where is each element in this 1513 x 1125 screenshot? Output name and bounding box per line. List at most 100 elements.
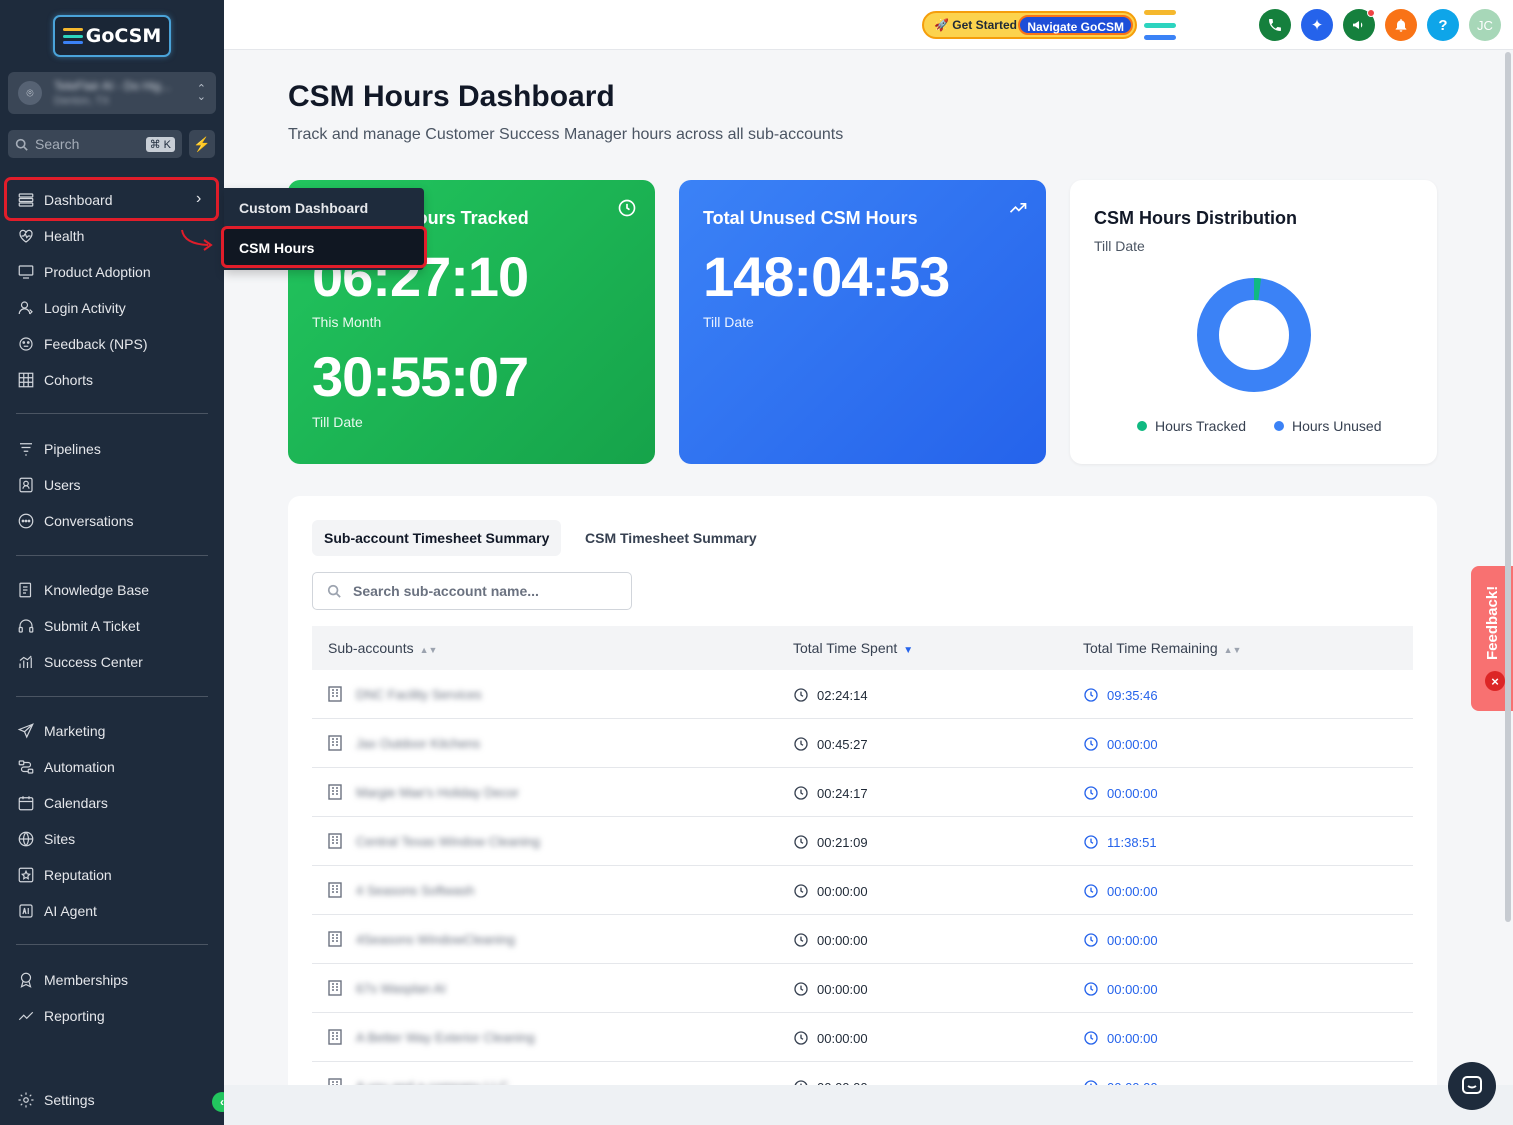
time-remaining[interactable]: 09:35:46 [1107,688,1158,703]
table-row[interactable]: 67s Wasplan AI 00:00:00 00:00:00 [312,964,1413,1013]
sidebar-item-automation[interactable]: Automation [0,749,224,785]
get-started-pill[interactable]: 🚀 Get Started Navigate GoCSM [922,11,1137,39]
sidebar-item-knowledge-base[interactable]: Knowledge Base [0,572,224,608]
flyout-item-custom-dashboard[interactable]: Custom Dashboard [239,200,368,216]
clock-icon [794,933,808,947]
chevron-right-icon: › [196,190,202,207]
sidebar-item-label: Settings [44,1092,95,1108]
flyout-item-csm-hours[interactable]: CSM Hours [221,226,427,268]
sidebar-item-settings[interactable]: Settings [0,1082,224,1118]
sort-icon[interactable]: ▲▼ [1224,645,1242,655]
card-title: Total Unused CSM Hours [703,208,918,228]
time-remaining[interactable]: 00:00:00 [1107,737,1158,752]
sidebar-item-login-activity[interactable]: Login Activity [0,290,224,326]
flyout-item-label: CSM Hours [239,240,315,256]
month-label: This Month [312,314,382,330]
sidebar-search[interactable]: Search ⌘ K [8,130,182,158]
sidebar-item-label: Memberships [44,972,129,988]
subaccount-name[interactable]: 67s Wasplan AI [356,981,446,996]
timesheet-panel: Sub-account Timesheet Summary CSM Timesh… [288,496,1437,1096]
table-row[interactable]: Margie Mae's Holiday Decor 00:24:17 00:00:… [312,768,1413,817]
sidebar-item-feedback-nps[interactable]: Feedback (NPS) [0,326,224,362]
chat-bubble-icon [16,511,36,531]
quick-action-bolt-icon[interactable]: ⚡ [189,130,215,158]
navigate-gocsm-button[interactable]: Navigate GoCSM [1018,15,1133,35]
tab-csm-summary[interactable]: CSM Timesheet Summary [573,520,769,556]
table-row[interactable]: 4 Seasons Softwash 00:00:00 00:00:00 [312,866,1413,915]
feedback-label[interactable]: Feedback! [1484,586,1501,660]
subaccount-name[interactable]: DNC Facility Services [356,687,482,702]
time-remaining[interactable]: 00:00:00 [1107,982,1158,997]
sort-icon[interactable]: ▲▼ [420,645,438,655]
table-row[interactable]: 4Seasons WindowCleaning 00:00:00 00:00:00 [312,915,1413,964]
gocsm-logo[interactable]: GoCSM [53,15,171,57]
bell-icon[interactable] [1385,9,1417,41]
sidebar-divider [16,944,208,945]
table-row[interactable]: A Better Way Exterior Cleaning 00:00:00 00… [312,1013,1413,1062]
subaccount-name[interactable]: Margie Mae's Holiday Decor [356,785,519,800]
subaccount-search-input[interactable]: Search sub-account name... [312,572,632,610]
table-row[interactable]: Jax Outdoor Kitchens 00:45:27 00:00:00 [312,719,1413,768]
sidebar-item-memberships[interactable]: Memberships [0,962,224,998]
sidebar-item-ai-agent[interactable]: AI Agent [0,893,224,929]
chat-icon [1462,1076,1482,1094]
sidebar-item-label: Sites [44,831,76,847]
subaccount-name[interactable]: Central Texas Window Cleaning [356,834,540,849]
building-icon [328,686,342,702]
col-time-spent[interactable]: Total Time Spent ▼ [793,640,913,656]
monitor-icon [16,262,36,282]
col-time-remaining[interactable]: Total Time Remaining ▲▼ [1083,640,1241,656]
sidebar-item-reporting[interactable]: Reporting [0,998,224,1034]
subaccount-name[interactable]: 4 Seasons Softwash [356,883,475,898]
sidebar-item-label: Dashboard [44,192,113,208]
chat-widget-button[interactable] [1448,1062,1496,1110]
building-icon [328,784,342,800]
subaccount-name[interactable]: 4Seasons WindowCleaning [356,932,515,947]
time-remaining[interactable]: 00:00:00 [1107,1031,1158,1046]
time-remaining[interactable]: 11:38:51 [1107,835,1157,850]
sparkle-icon[interactable]: ✦ [1301,9,1333,41]
sidebar-item-label: Login Activity [44,300,126,316]
logo-text: GoCSM [85,25,162,47]
sidebar-item-calendars[interactable]: Calendars [0,785,224,821]
sidebar-item-label: Submit A Ticket [44,618,140,634]
time-remaining[interactable]: 00:00:00 [1107,884,1158,899]
phone-icon[interactable] [1259,9,1291,41]
sidebar: GoCSM ⌾ TeleFlair AI - Do Hig... Denton,… [0,0,232,1125]
clock-icon [794,688,808,702]
sort-desc-icon[interactable]: ▼ [903,645,913,656]
time-remaining[interactable]: 00:00:00 [1107,786,1158,801]
app-stack-icon[interactable] [1144,10,1176,40]
time-remaining[interactable]: 00:00:00 [1107,933,1158,948]
subaccount-name[interactable]: Jax Outdoor Kitchens [356,736,480,751]
sidebar-item-pipelines[interactable]: Pipelines [0,431,224,467]
time-spent: 00:00:00 [817,1030,868,1046]
user-avatar[interactable]: JC [1469,9,1501,41]
clock-icon [794,884,808,898]
table-row[interactable]: Central Texas Window Cleaning 00:21:09 11:… [312,817,1413,866]
sidebar-item-marketing[interactable]: Marketing [0,713,224,749]
sidebar-item-product-adoption[interactable]: Product Adoption [0,254,224,290]
subaccount-name[interactable]: A Better Way Exterior Cleaning [356,1030,535,1045]
sidebar-item-sites[interactable]: Sites [0,821,224,857]
book-icon [16,580,36,600]
table-row[interactable]: DNC Facility Services 02:24:14 09:35:46 [312,670,1413,719]
sidebar-item-success-center[interactable]: Success Center [0,644,224,680]
get-started-label: 🚀 Get Started [934,18,1017,32]
sidebar-item-submit-a-ticket[interactable]: Submit A Ticket [0,608,224,644]
distribution-donut-chart [1197,278,1311,392]
search-icon [15,138,28,151]
account-switcher[interactable]: ⌾ TeleFlair AI - Do Hig... Denton, TX ⌃ ⌄ [8,72,216,114]
col-subaccounts[interactable]: Sub-accounts ▲▼ [328,640,437,656]
sidebar-item-label: Automation [44,759,115,775]
sidebar-item-cohorts[interactable]: Cohorts [0,362,224,398]
sidebar-item-conversations[interactable]: Conversations [0,503,224,539]
sidebar-item-reputation[interactable]: Reputation [0,857,224,893]
close-icon[interactable]: × [1485,671,1505,691]
help-icon[interactable]: ? [1427,9,1459,41]
sidebar-item-users[interactable]: Users [0,467,224,503]
megaphone-icon[interactable] [1343,9,1375,41]
page-scrollbar[interactable] [1505,52,1511,922]
sidebar-item-dashboard[interactable]: Dashboard [0,182,224,218]
tab-subaccount-summary[interactable]: Sub-account Timesheet Summary [312,520,562,556]
